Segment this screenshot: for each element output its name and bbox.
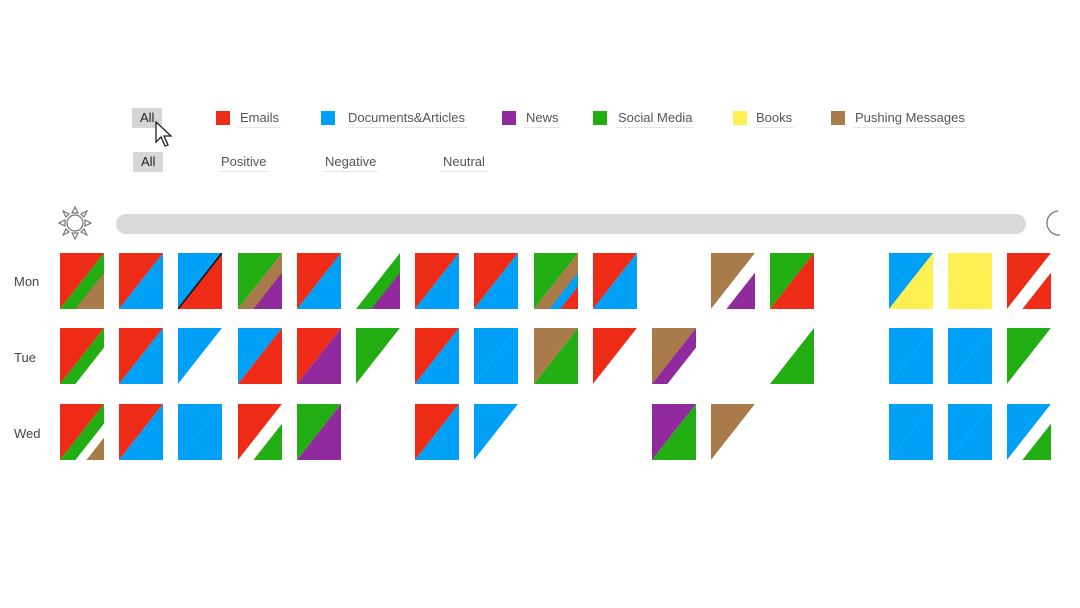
filter-neutral[interactable]: Neutral bbox=[441, 153, 487, 172]
grid-cell-tue-8[interactable] bbox=[474, 328, 520, 385]
grid-cell-wed-7[interactable] bbox=[415, 404, 461, 461]
time-slider-track[interactable] bbox=[116, 214, 1026, 234]
grid-cell-wed-1[interactable] bbox=[60, 404, 106, 461]
news-swatch bbox=[502, 111, 516, 125]
filter-books[interactable]: Books bbox=[754, 109, 795, 128]
grid-cell-tue-3[interactable] bbox=[178, 328, 224, 385]
grid-cell-wed-12[interactable] bbox=[711, 404, 757, 461]
grid-cell-wed-2[interactable] bbox=[119, 404, 165, 461]
grid-cell-wed-14[interactable] bbox=[830, 404, 876, 461]
grid-cell-wed-17[interactable] bbox=[1007, 404, 1053, 461]
pushing-messages-swatch bbox=[831, 111, 845, 125]
grid-cell-wed-11[interactable] bbox=[652, 404, 698, 461]
documents-swatch bbox=[321, 111, 335, 125]
filter-documents-articles[interactable]: Documents&Articles bbox=[346, 109, 468, 128]
grid-cell-mon-13[interactable] bbox=[770, 253, 816, 310]
grid-cell-mon-14[interactable] bbox=[830, 253, 876, 310]
grid-cell-mon-12[interactable] bbox=[711, 253, 757, 310]
grid-cell-wed-9[interactable] bbox=[534, 404, 580, 461]
grid-cell-mon-1[interactable] bbox=[60, 253, 106, 310]
grid-cell-wed-16[interactable] bbox=[948, 404, 994, 461]
grid-cell-tue-9[interactable] bbox=[534, 328, 580, 385]
grid-cell-mon-16[interactable] bbox=[948, 253, 994, 310]
filter-emails[interactable]: Emails bbox=[238, 109, 282, 128]
moon-icon bbox=[1046, 210, 1061, 236]
grid-cell-tue-6[interactable] bbox=[356, 328, 402, 385]
grid-cell-wed-3[interactable] bbox=[178, 404, 224, 461]
grid-cell-mon-7[interactable] bbox=[415, 253, 461, 310]
day-label-wed: Wed bbox=[14, 426, 41, 441]
grid-cell-tue-5[interactable] bbox=[297, 328, 343, 385]
grid-cell-tue-7[interactable] bbox=[415, 328, 461, 385]
grid-cell-tue-14[interactable] bbox=[830, 328, 876, 385]
grid-cell-tue-2[interactable] bbox=[119, 328, 165, 385]
filter-social-media[interactable]: Social Media bbox=[616, 109, 695, 128]
grid-cell-wed-5[interactable] bbox=[297, 404, 343, 461]
grid-cell-tue-11[interactable] bbox=[652, 328, 698, 385]
grid-cell-mon-8[interactable] bbox=[474, 253, 520, 310]
grid-cell-tue-17[interactable] bbox=[1007, 328, 1053, 385]
grid-cell-wed-4[interactable] bbox=[238, 404, 284, 461]
grid-cell-mon-11[interactable] bbox=[652, 253, 698, 310]
sentiment-all-button[interactable]: All bbox=[133, 152, 164, 172]
day-label-mon: Mon bbox=[14, 274, 40, 289]
grid-cell-wed-8[interactable] bbox=[474, 404, 520, 461]
grid-cell-mon-15[interactable] bbox=[889, 253, 935, 310]
grid-cell-tue-13[interactable] bbox=[770, 328, 816, 385]
grid-cell-mon-4[interactable] bbox=[238, 253, 284, 310]
grid-cell-tue-15[interactable] bbox=[889, 328, 935, 385]
grid-cell-wed-13[interactable] bbox=[770, 404, 816, 461]
grid-cell-mon-10[interactable] bbox=[593, 253, 639, 310]
filter-positive[interactable]: Positive bbox=[219, 153, 269, 172]
grid-cell-mon-9[interactable] bbox=[534, 253, 580, 310]
grid-cell-mon-3[interactable] bbox=[178, 253, 224, 310]
grid-cell-mon-2[interactable] bbox=[119, 253, 165, 310]
grid-cell-tue-1[interactable] bbox=[60, 328, 106, 385]
filter-news[interactable]: News bbox=[524, 109, 561, 128]
grid-cell-wed-6[interactable] bbox=[356, 404, 402, 461]
grid-cell-mon-17[interactable] bbox=[1007, 253, 1053, 310]
filter-pushing-messages[interactable]: Pushing Messages bbox=[853, 109, 967, 128]
grid-cell-wed-10[interactable] bbox=[593, 404, 639, 461]
grid-cell-mon-5[interactable] bbox=[297, 253, 343, 310]
grid-cell-tue-16[interactable] bbox=[948, 328, 994, 385]
grid-cell-wed-15[interactable] bbox=[889, 404, 935, 461]
grid-cell-tue-12[interactable] bbox=[711, 328, 757, 385]
grid-cell-mon-6[interactable] bbox=[356, 253, 402, 310]
mouse-cursor-icon bbox=[155, 121, 173, 147]
emails-swatch bbox=[216, 111, 230, 125]
books-swatch bbox=[733, 111, 747, 125]
filter-negative[interactable]: Negative bbox=[323, 153, 379, 172]
sun-icon bbox=[57, 205, 93, 241]
social-media-swatch bbox=[593, 111, 607, 125]
grid-cell-tue-4[interactable] bbox=[238, 328, 284, 385]
day-label-tue: Tue bbox=[14, 350, 36, 365]
grid-cell-tue-10[interactable] bbox=[593, 328, 639, 385]
